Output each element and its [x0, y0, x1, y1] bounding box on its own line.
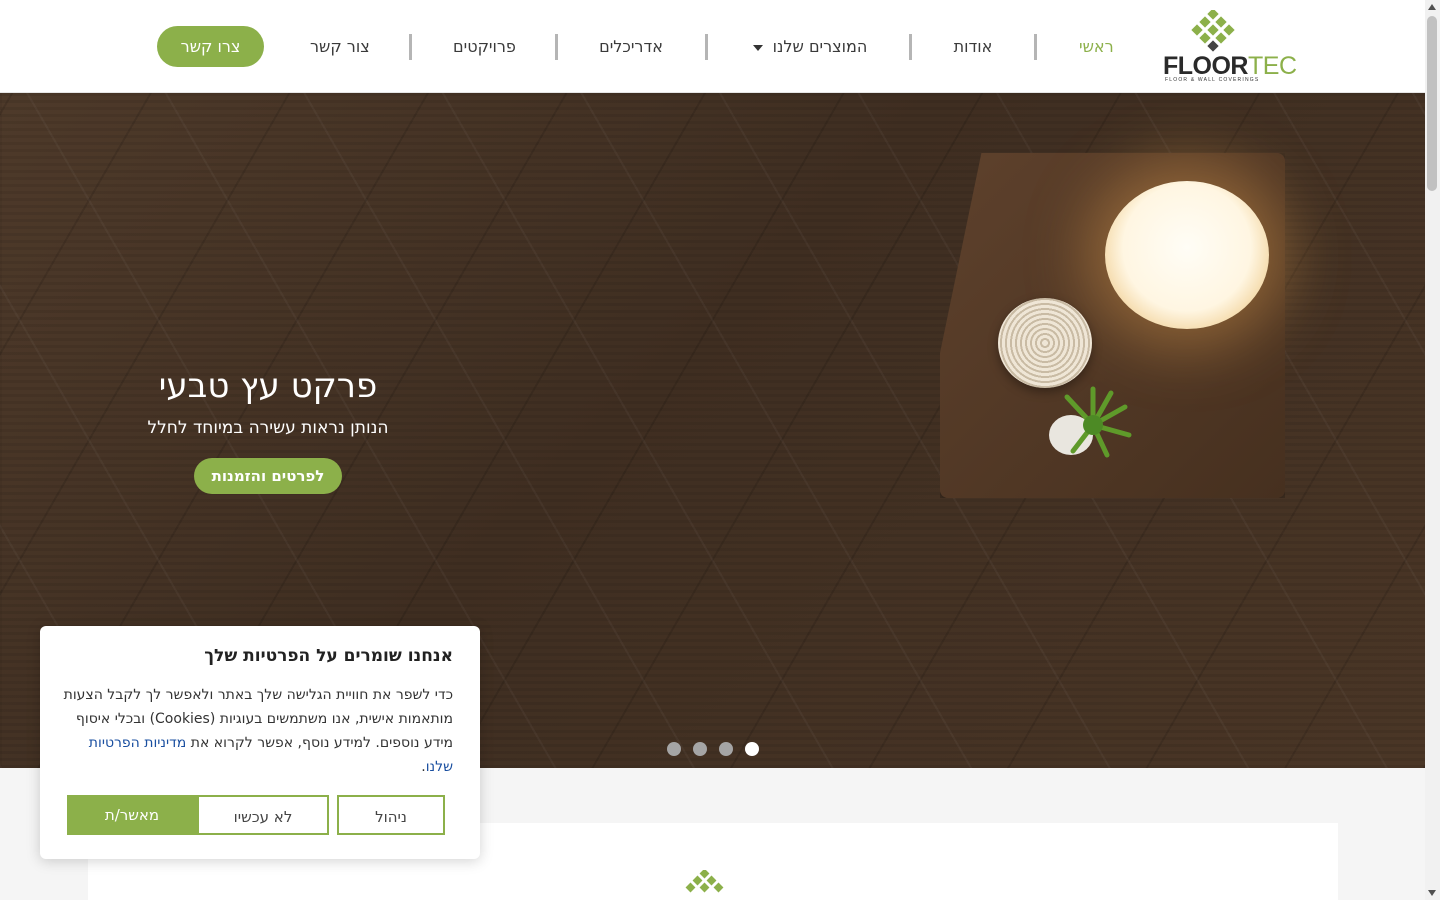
- cookie-text: כדי לשפר את חוויית הגלישה שלך באתר ולאפש…: [63, 687, 453, 775]
- nav-architects[interactable]: אדריכלים: [599, 36, 663, 58]
- contact-us-button[interactable]: צרו קשר: [157, 26, 264, 67]
- slider-dot-3[interactable]: [693, 742, 707, 756]
- hero-details-button[interactable]: לפרטים והזמנות: [194, 458, 342, 494]
- hero-plant-image: [1049, 386, 1132, 458]
- slider-dot-1-active[interactable]: [745, 742, 759, 756]
- scroll-up-arrow-icon[interactable]: [1428, 4, 1436, 10]
- nav-products[interactable]: המוצרים שלנו: [750, 36, 870, 58]
- nav-separator: [705, 34, 708, 60]
- cookie-manage-button[interactable]: ניהול: [337, 795, 445, 835]
- floortec-diamond-logo-icon: [685, 870, 724, 893]
- scroll-down-arrow-icon[interactable]: [1428, 890, 1436, 896]
- hero-lamp-image: [1105, 181, 1269, 329]
- logo-tagline: FLOOR & WALL COVERINGS: [1165, 77, 1260, 83]
- nav-about[interactable]: אודות: [953, 36, 993, 58]
- floortec-diamond-logo-icon: [1191, 10, 1235, 52]
- cookie-consent-dialog: אנחנו שומרים על הפרטיות שלך כדי לשפר את …: [40, 626, 480, 859]
- hero-subtitle: הנותן נראות עשירה במיוחד לחלל: [147, 418, 389, 438]
- nav-separator: [909, 34, 912, 60]
- slider-dot-2[interactable]: [719, 742, 733, 756]
- site-header: FLOORTEC FLOOR & WALL COVERINGS ראשי אוד…: [0, 0, 1425, 93]
- nav-projects[interactable]: פרויקטים: [453, 36, 516, 58]
- nav-separator: [409, 34, 412, 60]
- page-scrollbar[interactable]: [1425, 0, 1440, 900]
- floortec-logo[interactable]: FLOORTEC FLOOR & WALL COVERINGS: [1163, 10, 1297, 84]
- cookie-later-button[interactable]: לא עכשיו: [197, 795, 329, 835]
- nav-separator: [1034, 34, 1037, 60]
- logo-wordmark: FLOORTEC: [1163, 52, 1297, 80]
- cookie-accept-button[interactable]: מאשר/ת: [67, 795, 197, 835]
- hero-title: פרקט עץ טבעי: [158, 366, 378, 406]
- caret-down-icon: [752, 44, 763, 51]
- nav-contact[interactable]: צור קשר: [310, 36, 370, 58]
- slider-dot-4[interactable]: [667, 742, 681, 756]
- hero-decor-image: [998, 298, 1092, 388]
- nav-home[interactable]: ראשי: [1079, 36, 1114, 58]
- cookie-title: אנחנו שומרים על הפרטיות שלך: [204, 646, 453, 666]
- nav-separator: [555, 34, 558, 60]
- nav-products-label: המוצרים שלנו: [772, 37, 868, 56]
- scrollbar-thumb[interactable]: [1427, 16, 1437, 191]
